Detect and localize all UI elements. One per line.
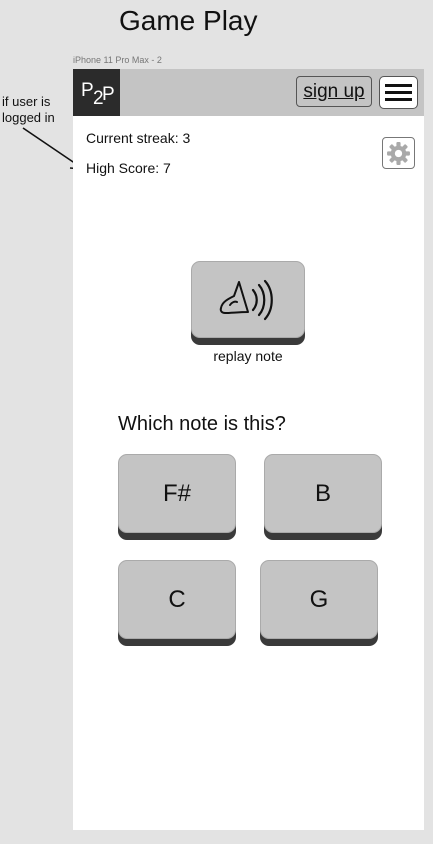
- answer-label: G: [260, 560, 378, 639]
- annotation-line-1: if user is: [2, 94, 51, 109]
- answer-button-c[interactable]: C: [118, 560, 236, 646]
- sign-up-button[interactable]: sign up: [296, 76, 372, 107]
- annotation-line-2: logged in: [2, 110, 55, 125]
- answer-button-f-sharp[interactable]: F#: [118, 454, 236, 540]
- settings-button[interactable]: [382, 137, 415, 169]
- speaker-icon: [219, 279, 273, 321]
- answer-label: F#: [118, 454, 236, 533]
- answer-label: C: [118, 560, 236, 639]
- phone-screen: P 2 P sign up Current streak: 3 High Sco…: [73, 69, 424, 830]
- logo-letter-p-2: P: [102, 84, 115, 105]
- frame-label: iPhone 11 Pro Max - 2: [73, 55, 162, 65]
- current-streak: Current streak: 3: [86, 130, 191, 146]
- replay-note-label: replay note: [213, 348, 283, 364]
- answer-button-g[interactable]: G: [260, 560, 378, 646]
- answer-button-b[interactable]: B: [264, 454, 382, 540]
- annotation-note: if user is logged in: [2, 94, 55, 126]
- page-title: Game Play: [119, 5, 258, 36]
- logo-letter-p: P: [81, 80, 94, 101]
- replay-note-button[interactable]: [191, 261, 305, 345]
- navbar: P 2 P sign up: [73, 69, 424, 116]
- question-text: Which note is this?: [118, 413, 286, 435]
- hamburger-menu-icon[interactable]: [379, 76, 418, 109]
- logo[interactable]: P 2 P: [73, 69, 120, 116]
- gear-icon: [387, 142, 410, 165]
- high-score: High Score: 7: [86, 160, 171, 176]
- answer-label: B: [264, 454, 382, 533]
